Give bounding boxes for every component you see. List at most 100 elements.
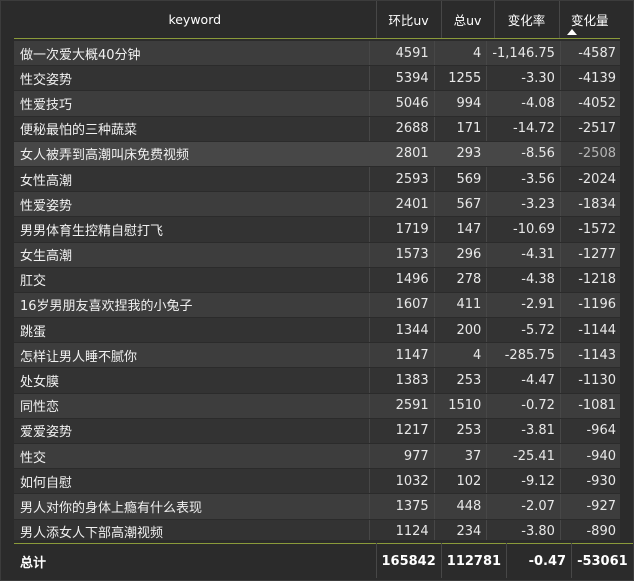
row-rate: -3.30 xyxy=(486,65,561,92)
vertical-scrollbar[interactable] xyxy=(620,41,633,541)
table-row[interactable]: 同性恋 2591 1510 -0.72 -1081 xyxy=(14,393,621,419)
row-delta: -1130 xyxy=(560,367,621,394)
row-keyword: 女生高潮 xyxy=(14,242,371,268)
row-zong-uv: 234 xyxy=(434,519,488,540)
row-huanbi-uv: 1375 xyxy=(369,493,435,520)
row-huanbi-uv: 1719 xyxy=(369,216,435,243)
row-huanbi-uv: 1383 xyxy=(369,367,435,394)
table-header: keyword 环比uv 总uv 变化率 变化量 xyxy=(14,1,620,39)
row-huanbi-uv: 2801 xyxy=(369,141,435,167)
total-huanbi-uv: 165842 xyxy=(376,543,442,578)
row-huanbi-uv: 2591 xyxy=(369,393,435,419)
row-delta: -1196 xyxy=(560,292,621,319)
table-visual: keyword 环比uv 总uv 变化率 变化量 做一次爱大概40分钟 4591 4… xyxy=(0,0,634,581)
table-row[interactable]: 跳蛋 1344 200 -5.72 -1144 xyxy=(14,317,621,344)
row-rate: -4.08 xyxy=(486,90,561,117)
row-huanbi-uv: 1032 xyxy=(369,468,435,495)
row-keyword: 肛交 xyxy=(14,267,371,293)
row-huanbi-uv: 5046 xyxy=(369,90,435,117)
row-keyword: 性交姿势 xyxy=(14,65,371,92)
row-keyword: 男人对你的身体上瘾有什么表现 xyxy=(14,493,371,520)
row-zong-uv: 569 xyxy=(434,166,488,193)
row-delta: -1081 xyxy=(560,393,621,419)
row-rate: -8.56 xyxy=(486,141,561,167)
table-row[interactable]: 性爱姿势 2401 567 -3.23 -1834 xyxy=(14,191,621,218)
column-header-delta-label: 变化量 xyxy=(570,13,609,28)
total-rate: -0.47 xyxy=(506,543,573,578)
row-zong-uv: 4 xyxy=(434,342,488,369)
table-row[interactable]: 性爱技巧 5046 994 -4.08 -4052 xyxy=(14,90,621,117)
row-zong-uv: 200 xyxy=(434,317,488,344)
table-body-scroll[interactable]: 做一次爱大概40分钟 4591 4 -1,146.75 -4587 性交姿势 5394 125… xyxy=(14,41,621,540)
row-delta: -930 xyxy=(560,468,621,495)
row-rate: -3.56 xyxy=(486,166,561,193)
row-keyword: 性爱技巧 xyxy=(14,90,371,117)
sort-ascending-icon[interactable] xyxy=(566,29,577,35)
row-keyword: 性交 xyxy=(14,443,371,470)
table-row[interactable]: 肛交 1496 278 -4.38 -1218 xyxy=(14,267,621,293)
row-zong-uv: 296 xyxy=(434,242,488,268)
row-delta: -890 xyxy=(560,519,621,540)
column-header-huanbi-uv[interactable]: 环比uv xyxy=(376,1,442,39)
row-delta: -4139 xyxy=(560,65,621,92)
row-zong-uv: 171 xyxy=(434,116,488,142)
row-huanbi-uv: 4591 xyxy=(369,41,435,67)
row-rate: -25.41 xyxy=(486,443,561,470)
row-keyword: 同性恋 xyxy=(14,393,371,419)
total-row: 总计 165842 112781 -0.47 -53061 xyxy=(14,543,633,578)
row-rate: -10.69 xyxy=(486,216,561,243)
row-keyword: 女性高潮 xyxy=(14,166,371,193)
row-huanbi-uv: 2401 xyxy=(369,191,435,218)
row-keyword: 怎样让男人睡不腻你 xyxy=(14,342,371,369)
row-delta: -927 xyxy=(560,493,621,520)
table-row[interactable]: 性交姿势 5394 1255 -3.30 -4139 xyxy=(14,65,621,92)
row-zong-uv: 994 xyxy=(434,90,488,117)
table-row[interactable]: 女生高潮 1573 296 -4.31 -1277 xyxy=(14,242,621,268)
row-huanbi-uv: 1124 xyxy=(369,519,435,540)
row-keyword: 男男体育生控精自慰打飞 xyxy=(14,216,371,243)
table-row[interactable]: 男人添女人下部高潮视频 1124 234 -3.80 -890 xyxy=(14,519,621,540)
table-row[interactable]: 处女膜 1383 253 -4.47 -1130 xyxy=(14,367,621,394)
row-delta: -964 xyxy=(560,418,621,445)
row-delta: -940 xyxy=(560,443,621,470)
table-row[interactable]: 怎样让男人睡不腻你 1147 4 -285.75 -1143 xyxy=(14,342,621,369)
row-zong-uv: 293 xyxy=(434,141,488,167)
row-rate: -3.23 xyxy=(486,191,561,218)
table-row[interactable]: 爱爱姿势 1217 253 -3.81 -964 xyxy=(14,418,621,445)
row-delta: -1218 xyxy=(560,267,621,293)
column-header-rate[interactable]: 变化率 xyxy=(494,1,560,39)
table-row[interactable]: 便秘最怕的三种蔬菜 2688 171 -14.72 -2517 xyxy=(14,116,621,142)
row-zong-uv: 37 xyxy=(434,443,488,470)
row-huanbi-uv: 977 xyxy=(369,443,435,470)
row-rate: -0.72 xyxy=(486,393,561,419)
row-delta: -1572 xyxy=(560,216,621,243)
row-rate: -4.31 xyxy=(486,242,561,268)
table-row[interactable]: 男人对你的身体上瘾有什么表现 1375 448 -2.07 -927 xyxy=(14,493,621,520)
table-row[interactable]: 16岁男朋友喜欢捏我的小兔子 1607 411 -2.91 -1196 xyxy=(14,292,621,319)
total-delta: -53061 xyxy=(571,543,633,578)
row-rate: -14.72 xyxy=(486,116,561,142)
table-body: 做一次爱大概40分钟 4591 4 -1,146.75 -4587 性交姿势 5394 125… xyxy=(14,41,621,540)
row-rate: -5.72 xyxy=(486,317,561,344)
row-zong-uv: 278 xyxy=(434,267,488,293)
column-header-delta[interactable]: 变化量 xyxy=(559,1,620,39)
column-header-zong-uv[interactable]: 总uv xyxy=(441,1,495,39)
table-row[interactable]: 性交 977 37 -25.41 -940 xyxy=(14,443,621,470)
row-delta: -4052 xyxy=(560,90,621,117)
total-label: 总计 xyxy=(14,543,377,578)
table-row[interactable]: 如何自慰 1032 102 -9.12 -930 xyxy=(14,468,621,495)
row-zong-uv: 4 xyxy=(434,41,488,67)
table-row[interactable]: 女性高潮 2593 569 -3.56 -2024 xyxy=(14,166,621,193)
row-delta: -4587 xyxy=(560,41,621,67)
row-zong-uv: 253 xyxy=(434,367,488,394)
column-header-keyword[interactable]: keyword xyxy=(14,1,377,39)
row-zong-uv: 567 xyxy=(434,191,488,218)
row-keyword: 便秘最怕的三种蔬菜 xyxy=(14,116,371,142)
table-row[interactable]: 男男体育生控精自慰打飞 1719 147 -10.69 -1572 xyxy=(14,216,621,243)
table-row[interactable]: 女人被弄到高潮叫床免费视频 2801 293 -8.56 -2508 xyxy=(14,141,621,167)
row-keyword: 性爱姿势 xyxy=(14,191,371,218)
row-huanbi-uv: 5394 xyxy=(369,65,435,92)
table-row[interactable]: 做一次爱大概40分钟 4591 4 -1,146.75 -4587 xyxy=(14,41,621,67)
row-keyword: 做一次爱大概40分钟 xyxy=(14,41,371,67)
row-rate: -2.91 xyxy=(486,292,561,319)
